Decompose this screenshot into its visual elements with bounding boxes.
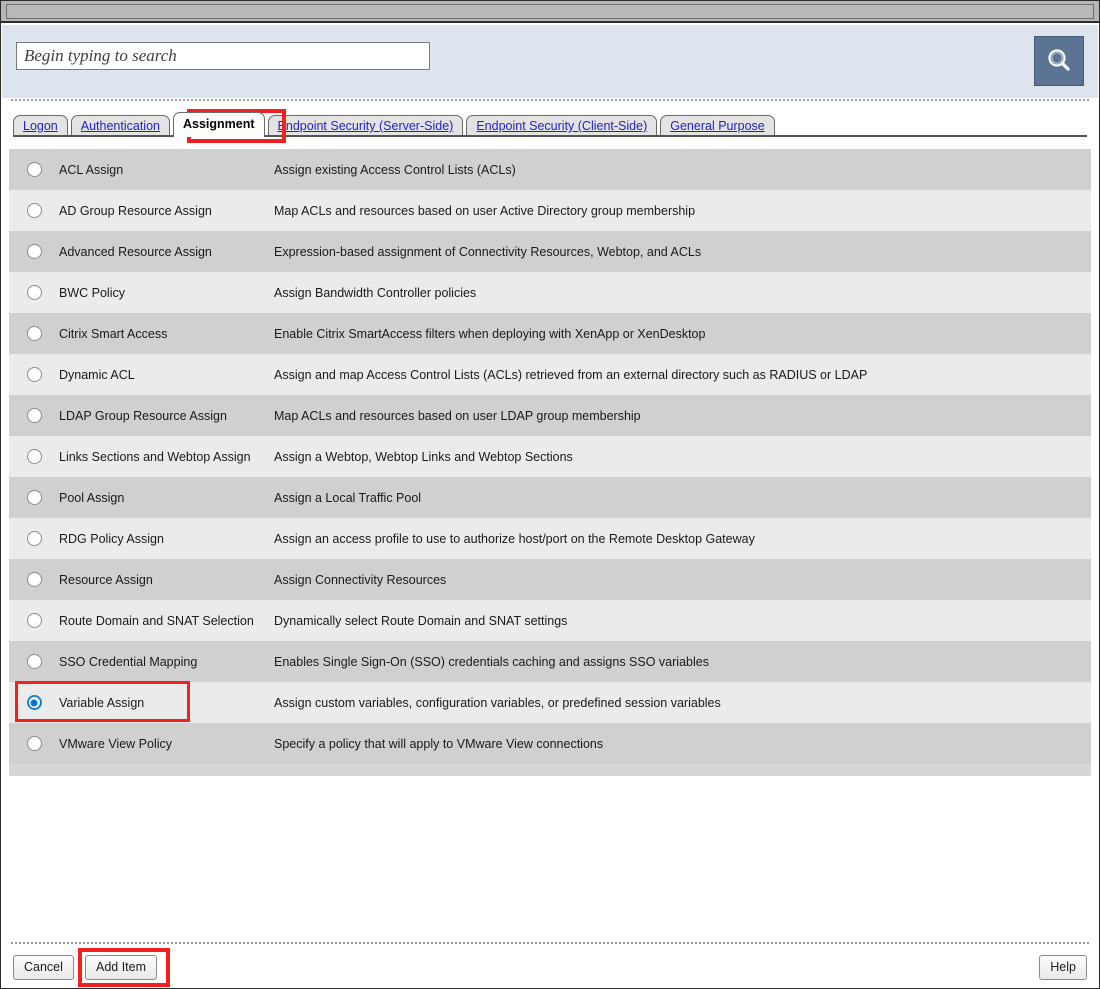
table-row[interactable]: LDAP Group Resource Assign Map ACLs and … xyxy=(9,395,1091,436)
item-name: LDAP Group Resource Assign xyxy=(59,408,227,423)
radio-button[interactable] xyxy=(26,654,42,669)
search-divider xyxy=(11,99,1089,101)
item-name: Citrix Smart Access xyxy=(59,326,168,341)
item-description: Specify a policy that will apply to VMwa… xyxy=(274,736,604,751)
row-radio-cell[interactable] xyxy=(9,408,59,423)
table-row[interactable]: Dynamic ACL Assign and map Access Contro… xyxy=(9,354,1091,395)
item-description: Assign Connectivity Resources xyxy=(274,572,447,587)
window-title-bar xyxy=(1,1,1099,23)
item-description: Assign a Webtop, Webtop Links and Webtop… xyxy=(274,449,573,464)
tab-assignment[interactable]: Assignment xyxy=(173,112,265,137)
radio-button[interactable] xyxy=(26,367,42,382)
item-name: Route Domain and SNAT Selection xyxy=(59,613,254,628)
item-name: RDG Policy Assign xyxy=(59,531,164,546)
row-radio-cell[interactable] xyxy=(9,326,59,341)
table-row[interactable]: Advanced Resource Assign Expression-base… xyxy=(9,231,1091,272)
row-radio-cell[interactable] xyxy=(9,736,59,751)
help-button[interactable]: Help xyxy=(1039,955,1087,980)
item-name: SSO Credential Mapping xyxy=(59,654,198,669)
tab-general-purpose[interactable]: General Purpose xyxy=(660,115,775,137)
item-description: Map ACLs and resources based on user Act… xyxy=(274,203,696,218)
item-name: Resource Assign xyxy=(59,572,153,587)
item-name: BWC Policy xyxy=(59,285,125,300)
item-name: AD Group Resource Assign xyxy=(59,203,212,218)
table-row[interactable]: VMware View Policy Specify a policy that… xyxy=(9,723,1091,764)
table-row[interactable]: RDG Policy Assign Assign an access profi… xyxy=(9,518,1091,559)
radio-button[interactable] xyxy=(26,244,42,259)
row-radio-cell[interactable] xyxy=(9,572,59,587)
item-description: Assign Bandwidth Controller policies xyxy=(274,285,477,300)
table-row[interactable]: Links Sections and Webtop Assign Assign … xyxy=(9,436,1091,477)
radio-button[interactable] xyxy=(26,531,42,546)
radio-button[interactable] xyxy=(26,162,42,177)
footer-divider xyxy=(11,942,1089,944)
table-row[interactable]: Citrix Smart Access Enable Citrix SmartA… xyxy=(9,313,1091,354)
item-description: Expression-based assignment of Connectiv… xyxy=(274,244,702,259)
radio-button[interactable] xyxy=(26,285,42,300)
table-row[interactable]: BWC Policy Assign Bandwidth Controller p… xyxy=(9,272,1091,313)
cancel-button[interactable]: Cancel xyxy=(13,955,74,980)
radio-button[interactable] xyxy=(26,449,42,464)
tab-endpoint-security-client-side[interactable]: Endpoint Security (Client-Side) xyxy=(466,115,658,137)
tab-logon[interactable]: Logon xyxy=(13,115,68,137)
row-radio-cell[interactable] xyxy=(9,695,59,710)
item-name: Links Sections and Webtop Assign xyxy=(59,449,251,464)
table-row[interactable]: Route Domain and SNAT Selection Dynamica… xyxy=(9,600,1091,641)
item-description: Assign and map Access Control Lists (ACL… xyxy=(274,367,868,382)
item-name: Pool Assign xyxy=(59,490,125,505)
row-radio-cell[interactable] xyxy=(9,654,59,669)
table-row-selected[interactable]: Variable Assign Assign custom variables,… xyxy=(9,681,1091,723)
radio-button[interactable] xyxy=(26,736,42,751)
table-row[interactable]: ACL Assign Assign existing Access Contro… xyxy=(9,149,1091,190)
radio-button[interactable] xyxy=(26,572,42,587)
radio-button[interactable] xyxy=(26,613,42,628)
item-name: Variable Assign xyxy=(59,695,145,710)
tab-endpoint-security-server-side[interactable]: Endpoint Security (Server-Side) xyxy=(267,115,464,137)
radio-button[interactable] xyxy=(26,326,42,341)
item-name: ACL Assign xyxy=(59,162,124,177)
footer-bar: Cancel Add Item Help xyxy=(1,948,1099,989)
item-list: ACL Assign Assign existing Access Contro… xyxy=(9,149,1091,776)
row-radio-cell[interactable] xyxy=(9,162,59,177)
tab-authentication[interactable]: Authentication xyxy=(70,115,170,137)
tab-bar: Logon Authentication Assignment Endpoint… xyxy=(1,108,1099,143)
item-description: Dynamically select Route Domain and SNAT… xyxy=(274,613,568,628)
item-description: Assign custom variables, configuration v… xyxy=(274,695,721,710)
table-row[interactable]: AD Group Resource Assign Map ACLs and re… xyxy=(9,190,1091,231)
radio-button-selected[interactable] xyxy=(26,695,42,710)
item-description: Assign existing Access Control Lists (AC… xyxy=(274,162,516,177)
item-description: Enables Single Sign-On (SSO) credentials… xyxy=(274,654,709,669)
item-picker-window: Logon Authentication Assignment Endpoint… xyxy=(0,0,1100,989)
search-bar xyxy=(2,25,1098,98)
item-name: Dynamic ACL xyxy=(59,367,135,382)
search-button[interactable] xyxy=(1034,36,1084,86)
table-row[interactable]: Resource Assign Assign Connectivity Reso… xyxy=(9,559,1091,600)
row-radio-cell[interactable] xyxy=(9,613,59,628)
item-name: VMware View Policy xyxy=(59,736,173,751)
radio-button[interactable] xyxy=(26,490,42,505)
table-row[interactable]: Pool Assign Assign a Local Traffic Pool xyxy=(9,477,1091,518)
item-description: Assign a Local Traffic Pool xyxy=(274,490,422,505)
item-description: Assign an access profile to use to autho… xyxy=(274,531,755,546)
list-bottom-filler xyxy=(9,764,1091,776)
row-radio-cell[interactable] xyxy=(9,490,59,505)
row-radio-cell[interactable] xyxy=(9,449,59,464)
radio-button[interactable] xyxy=(26,408,42,423)
window-title-text xyxy=(6,4,1094,19)
row-radio-cell[interactable] xyxy=(9,367,59,382)
row-radio-cell[interactable] xyxy=(9,203,59,218)
table-row[interactable]: SSO Credential Mapping Enables Single Si… xyxy=(9,641,1091,682)
item-description: Enable Citrix SmartAccess filters when d… xyxy=(274,326,706,341)
item-name: Advanced Resource Assign xyxy=(59,244,212,259)
search-icon xyxy=(1048,49,1070,71)
search-input[interactable] xyxy=(16,42,430,70)
row-radio-cell[interactable] xyxy=(9,285,59,300)
add-item-button[interactable]: Add Item xyxy=(85,955,158,980)
radio-button[interactable] xyxy=(26,203,42,218)
row-radio-cell[interactable] xyxy=(9,244,59,259)
item-description: Map ACLs and resources based on user LDA… xyxy=(274,408,641,423)
row-radio-cell[interactable] xyxy=(9,531,59,546)
